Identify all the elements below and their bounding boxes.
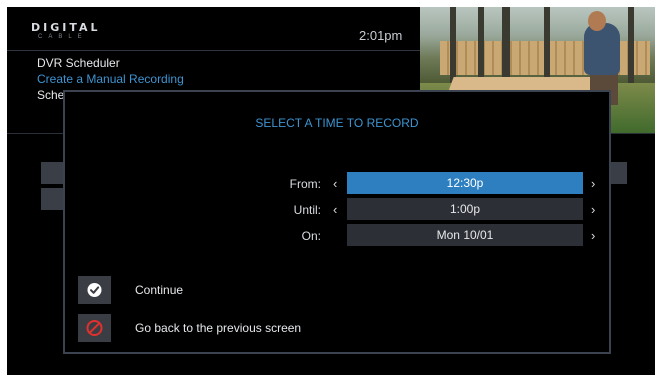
breadcrumb-subtitle: Create a Manual Recording bbox=[37, 72, 184, 86]
brand-logo: DIGITAL CABLE bbox=[31, 21, 141, 43]
clock: 2:01pm bbox=[359, 28, 403, 43]
until-label: Until: bbox=[293, 203, 321, 217]
from-prev-arrow-icon[interactable]: ‹ bbox=[333, 176, 337, 192]
tv-screen: DIGITAL CABLE 2:01pm DVR Scheduler Creat… bbox=[7, 7, 655, 375]
date-selector[interactable]: Mon 10/01 bbox=[347, 224, 583, 246]
checkmark-icon bbox=[78, 276, 111, 304]
from-next-arrow-icon[interactable]: › bbox=[591, 176, 595, 192]
video-person bbox=[584, 23, 620, 75]
until-time-selector[interactable]: 1:00p bbox=[347, 198, 583, 220]
on-label: On: bbox=[301, 229, 321, 243]
from-label: From: bbox=[289, 177, 321, 191]
video-person-head bbox=[588, 11, 606, 31]
time-picker-dialog: SELECT A TIME TO RECORD From: ‹ 12:30p ›… bbox=[63, 90, 611, 354]
header-divider bbox=[7, 50, 420, 51]
brand-name: DIGITAL bbox=[31, 21, 101, 34]
video-tree bbox=[628, 7, 634, 93]
dialog-title: SELECT A TIME TO RECORD bbox=[255, 116, 419, 130]
continue-label: Continue bbox=[135, 283, 184, 297]
date-next-arrow-icon[interactable]: › bbox=[591, 228, 595, 244]
breadcrumb-title: DVR Scheduler bbox=[37, 56, 120, 70]
background-row bbox=[41, 162, 65, 184]
from-time-selector[interactable]: 12:30p bbox=[347, 172, 583, 194]
until-prev-arrow-icon[interactable]: ‹ bbox=[333, 202, 337, 218]
go-back-label: Go back to the previous screen bbox=[135, 321, 302, 335]
until-next-arrow-icon[interactable]: › bbox=[591, 202, 595, 218]
brand-sub: CABLE bbox=[38, 34, 88, 40]
background-row bbox=[41, 188, 65, 210]
prohibited-icon bbox=[78, 314, 111, 342]
